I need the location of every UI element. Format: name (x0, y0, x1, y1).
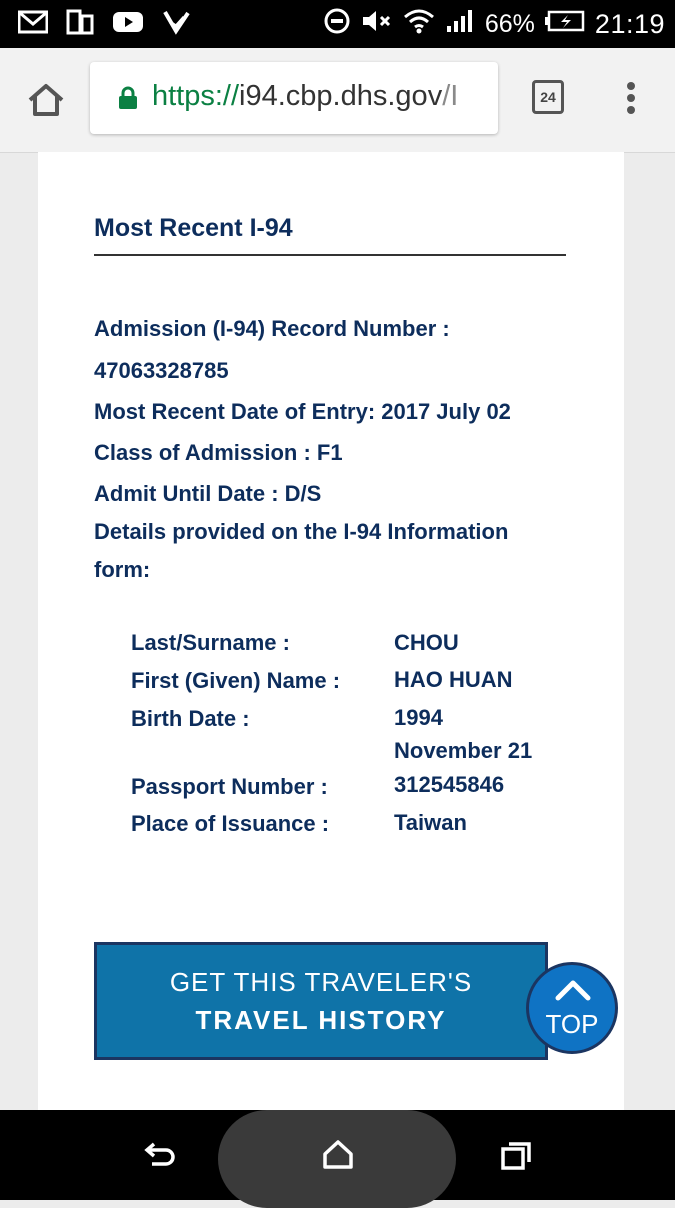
birth-date-year: 1994 (394, 705, 443, 730)
wifi-icon (403, 7, 435, 42)
cta-line2: TRAVEL HISTORY (195, 1005, 447, 1035)
battery-percent: 66% (484, 9, 535, 38)
heading-divider (94, 254, 566, 256)
menu-dot-icon (627, 82, 635, 90)
details-intro-line1: Details provided on the I-94 Information (94, 519, 509, 544)
back-button[interactable] (144, 1140, 178, 1175)
birth-date-label: Birth Date : (131, 706, 250, 731)
issuance-value: Taiwan (394, 810, 467, 835)
status-bar: 66% 21:19 (0, 0, 675, 48)
tab-switcher-button[interactable]: 24 (532, 80, 564, 114)
system-nav-bar (0, 1110, 675, 1208)
surname-value: CHOU (394, 630, 459, 655)
back-icon (144, 1142, 175, 1166)
battery-icon (544, 9, 585, 40)
home-icon (28, 84, 64, 116)
menu-dot-icon (627, 94, 635, 102)
url-path: /I (442, 80, 459, 112)
issuance-label: Place of Issuance : (131, 811, 330, 836)
nav-home-button[interactable] (322, 1138, 354, 1175)
record-number-value: 47063328785 (94, 358, 229, 383)
url-domain: i94.cbp.dhs.gov (239, 80, 443, 112)
menu-dot-icon (627, 106, 635, 114)
url-text: https://i94.cbp.dhs.gov/I (152, 80, 458, 113)
back-to-top-button[interactable]: TOP (526, 962, 618, 1054)
lock-icon (119, 86, 137, 109)
class-of-admission: Class of Admission : F1 (94, 440, 343, 465)
recent-apps-icon (501, 1142, 531, 1170)
overflow-menu-button[interactable] (624, 82, 638, 118)
recent-apps-button[interactable] (500, 1140, 532, 1175)
first-name-value: HAO HUAN (394, 667, 513, 692)
home-outline-icon (323, 1140, 353, 1169)
surname-label: Last/Surname : (131, 630, 290, 655)
device-icon (66, 9, 94, 40)
details-intro-line2: form: (94, 557, 151, 582)
record-number-label: Admission (I-94) Record Number : (94, 316, 450, 341)
signal-icon (445, 8, 475, 41)
home-button[interactable] (26, 82, 66, 118)
travel-history-button[interactable]: GET THIS TRAVELER'S TRAVEL HISTORY (94, 942, 548, 1060)
section-heading: Most Recent I-94 (94, 214, 293, 242)
gmail-icon (17, 10, 49, 39)
passport-label: Passport Number : (131, 774, 328, 799)
admit-until-date: Admit Until Date : D/S (94, 481, 322, 506)
address-bar[interactable]: https://i94.cbp.dhs.gov/I (90, 62, 498, 134)
first-name-label: First (Given) Name : (131, 668, 341, 693)
passport-value: 312545846 (394, 772, 505, 797)
check-icon (162, 9, 190, 40)
mute-icon (361, 8, 393, 41)
entry-date: Most Recent Date of Entry: 2017 July 02 (94, 399, 511, 424)
dnd-icon (323, 7, 351, 42)
youtube-icon (112, 10, 144, 39)
browser-toolbar: https://i94.cbp.dhs.gov/I 24 (0, 48, 675, 153)
birth-date-month-day: November 21 (394, 738, 533, 763)
top-label: TOP (545, 1009, 599, 1039)
chevron-up-icon (555, 980, 591, 1001)
i94-record-card: Most Recent I-94 Admission (I-94) Record… (38, 152, 624, 1110)
cta-line1: GET THIS TRAVELER'S (169, 967, 473, 997)
url-scheme: https:// (152, 80, 240, 112)
clock: 21:19 (594, 8, 665, 39)
